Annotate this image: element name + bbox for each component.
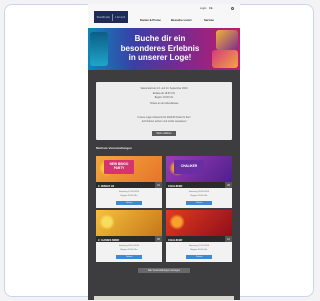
event-date-badge: 21: [155, 182, 162, 188]
footer-teaser: [94, 296, 234, 300]
event-card[interactable]: 2. GAMES MIND 05 Samstag 05.10.2024 Begi…: [96, 210, 162, 262]
nav-item-visit[interactable]: Besuche vorort: [171, 18, 192, 22]
event-title-bar: 2. GAMES MIND 05: [96, 236, 162, 242]
website-page: Stadthalle Lörrach Login DE Karten & Pre…: [88, 4, 240, 300]
event-title-bar: CHALIKER 28: [166, 182, 232, 188]
hero-image-bottom-right: [212, 50, 238, 68]
event-tickets-button[interactable]: Tickets: [116, 255, 142, 259]
event-date: Samstag 28.09.2024: [188, 191, 210, 193]
event-graphic: [99, 214, 115, 230]
site-header: Stadthalle Lörrach Login DE Karten & Pre…: [88, 4, 240, 28]
logo-text-right: Lörrach: [115, 15, 126, 19]
event-title: 2. BINGO 92: [98, 183, 115, 188]
event-title-bar: CHALIKER 12: [166, 236, 232, 242]
info-line: Unsere Logen & Events für 2024/25 findet…: [137, 116, 191, 119]
event-date: Samstag 05.10.2024: [118, 245, 140, 247]
event-title: CHALIKER: [168, 237, 183, 242]
nav-item-service[interactable]: Service: [204, 18, 214, 22]
event-time: Beginn 19:00 Uhr: [120, 249, 138, 251]
hero-image-left: [90, 32, 108, 66]
search-icon[interactable]: [231, 7, 234, 10]
event-time: Beginn 20:00 Uhr: [190, 195, 208, 197]
event-badge: NEW BINGO PARTY: [104, 160, 134, 174]
info-line: Tickets an der Abendkasse: [149, 102, 179, 105]
language-switch[interactable]: DE: [209, 7, 213, 10]
login-link[interactable]: Login: [200, 7, 206, 10]
hero-banner[interactable]: Buche dir ein besonderes Erlebnis in uns…: [88, 28, 240, 70]
logo-text-left: Stadthalle: [96, 15, 111, 19]
hero-line-1: Buche dir ein: [134, 34, 186, 43]
event-time: Beginn 20:00 Uhr: [190, 249, 208, 251]
info-line: Saisonstart am 13. und 14. September 202…: [140, 87, 188, 90]
event-tickets-button[interactable]: Tickets: [186, 201, 212, 205]
event-card[interactable]: CHALIKER CHALIKER 28 Samstag 28.09.2024 …: [166, 156, 232, 208]
event-card[interactable]: CHALIKER 12 Samstag 12.10.2024 Beginn 20…: [166, 210, 232, 262]
event-date-badge: 05: [155, 236, 162, 242]
nav-item-tickets[interactable]: Karten & Preise: [140, 18, 161, 22]
event-badge: CHALIKER: [174, 160, 204, 174]
info-box: Saisonstart am 13. und 14. September 202…: [96, 82, 232, 140]
event-tickets-button[interactable]: Tickets: [116, 201, 142, 205]
info-line: Jetzt Karten sichern und nichts verpasse…: [141, 120, 187, 123]
more-info-button[interactable]: Mehr erfahren: [152, 131, 176, 136]
event-card[interactable]: NEW BINGO PARTY 2. BINGO 92 21 Samstag 2…: [96, 156, 162, 208]
all-events-button[interactable]: Alle Veranstaltungen anzeigen: [138, 268, 190, 273]
event-date: Samstag 21.09.2024: [118, 191, 140, 193]
event-tickets-button[interactable]: Tickets: [186, 255, 212, 259]
section-title: Nächste Veranstaltungen: [96, 146, 132, 150]
event-title: CHALIKER: [168, 183, 183, 188]
hero-headline: Buche dir ein besonderes Erlebnis in uns…: [108, 34, 212, 63]
event-graphic: [169, 214, 185, 230]
hero-line-2: besonderes Erlebnis: [120, 43, 200, 53]
event-title-bar: 2. BINGO 92 21: [96, 182, 162, 188]
info-line: Beginn 19:30 Uhr: [154, 96, 174, 99]
event-time: Beginn 19:00 Uhr: [120, 195, 138, 197]
event-date-badge: 28: [225, 182, 232, 188]
hero-line-3: in unserer Loge!: [128, 53, 192, 62]
event-title: 2. GAMES MIND: [98, 237, 120, 242]
event-date: Samstag 12.10.2024: [188, 245, 210, 247]
info-line: Einlass ab 18:00 Uhr: [152, 92, 176, 95]
logo-divider: [112, 13, 114, 21]
hero-image-top-right: [216, 30, 238, 50]
site-logo[interactable]: Stadthalle Lörrach: [94, 11, 128, 23]
event-date-badge: 12: [225, 236, 232, 242]
